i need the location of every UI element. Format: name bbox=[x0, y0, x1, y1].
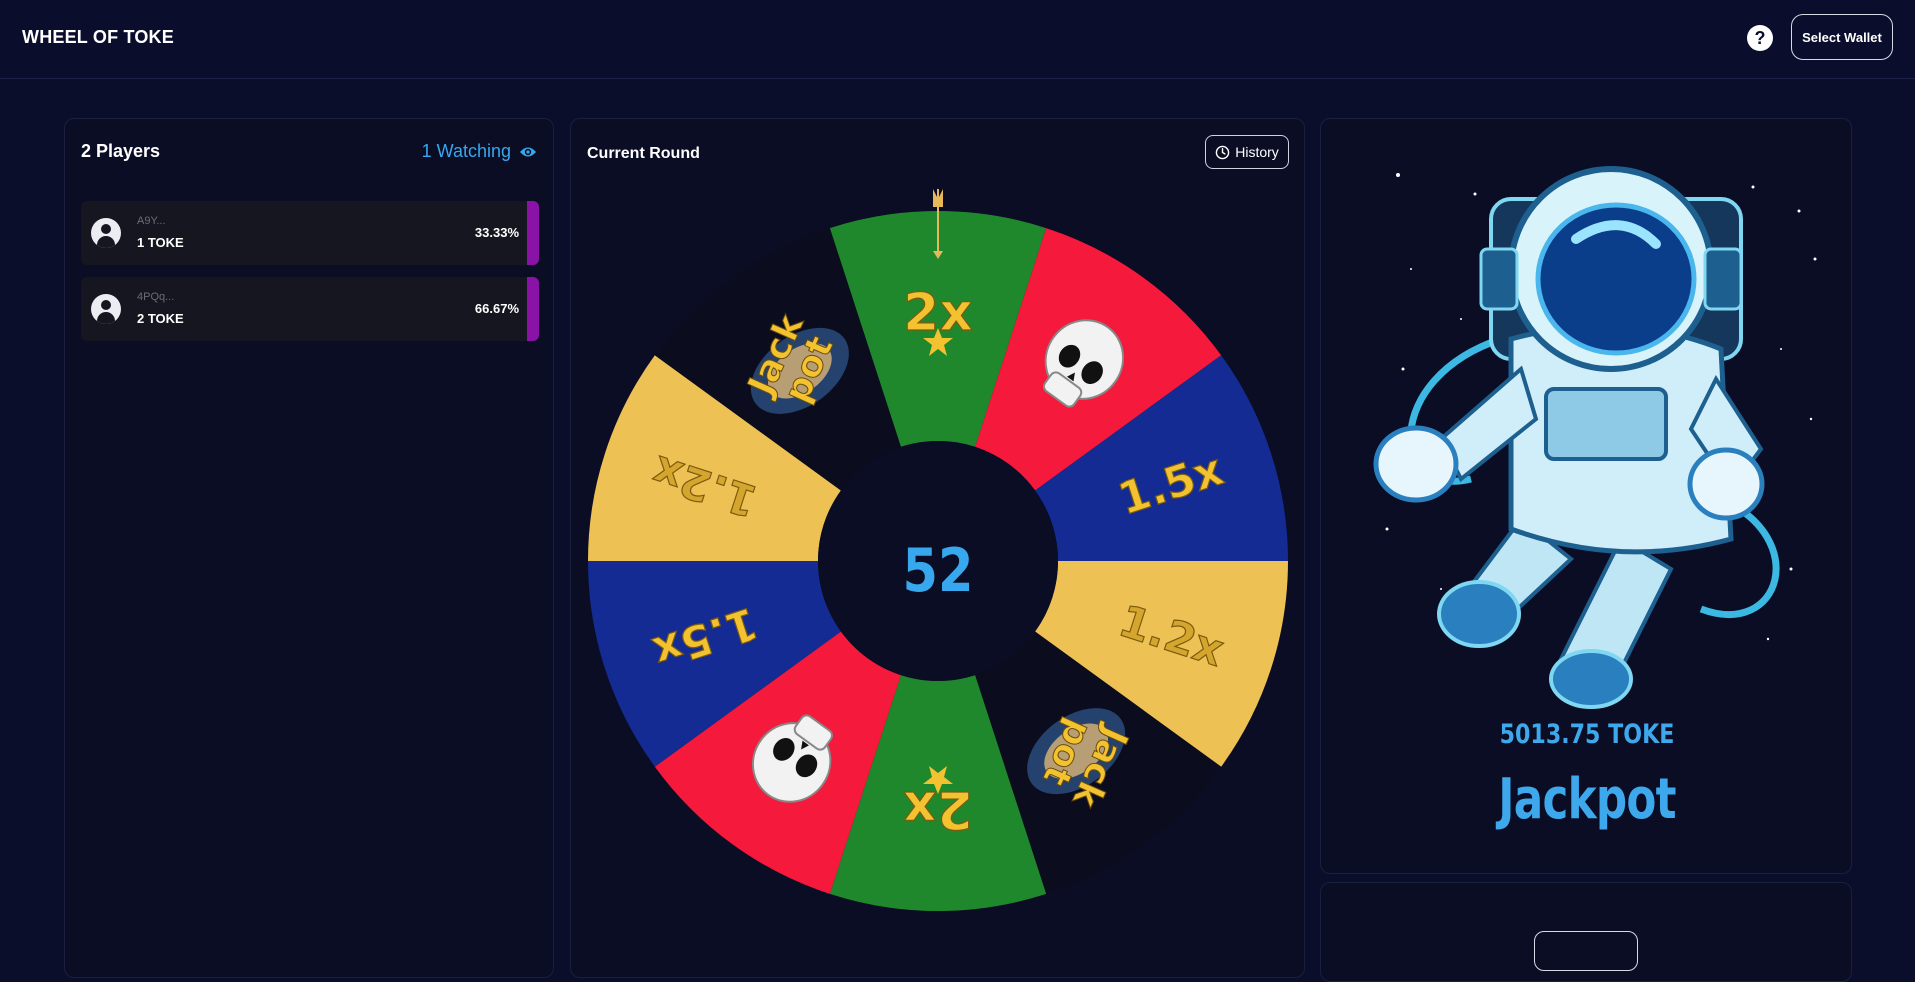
eye-icon bbox=[520, 147, 536, 156]
player-row[interactable]: 4PQq... 2 TOKE 66.67% bbox=[81, 277, 539, 341]
help-button[interactable]: ? bbox=[1747, 25, 1773, 51]
top-bar: WHEEL OF TOKE ? Select Wallet bbox=[0, 0, 1915, 79]
prize-wheel[interactable]: 2x1.5x1.2xJackpot2x1.5x1.2xJackpot 52 bbox=[571, 119, 1306, 979]
watching-indicator: 1 Watching bbox=[422, 141, 537, 162]
player-color-bar bbox=[527, 277, 539, 341]
players-panel: 2 Players 1 Watching A9Y... 1 TOKE 33.33… bbox=[64, 118, 554, 978]
players-count: 2 Players bbox=[81, 141, 161, 161]
player-address: 4PQq... bbox=[137, 291, 175, 303]
player-row[interactable]: A9Y... 1 TOKE 33.33% bbox=[81, 201, 539, 265]
player-percent: 33.33% bbox=[474, 225, 519, 240]
avatar-icon bbox=[91, 218, 121, 248]
player-percent: 66.67% bbox=[474, 301, 519, 316]
jackpot-amount: 5013.75 TOKE bbox=[1499, 719, 1675, 750]
watching-label: 1 Watching bbox=[421, 141, 511, 161]
player-address: A9Y... bbox=[137, 215, 166, 227]
current-round-panel: Current Round History 2x 1.5x 1.2x Jack pot 2… bbox=[570, 118, 1305, 978]
app-title: WHEEL OF TOKE bbox=[22, 27, 174, 47]
countdown-number: 52 bbox=[903, 536, 974, 606]
jackpot-label: Jackpot bbox=[1498, 767, 1676, 832]
player-amount: 1 TOKE bbox=[137, 235, 184, 250]
lower-panel-button[interactable] bbox=[1534, 931, 1638, 971]
player-color-bar bbox=[527, 201, 539, 265]
lower-panel bbox=[1320, 882, 1852, 982]
jackpot-panel: 5013.75 TOKE Jackpot bbox=[1320, 118, 1852, 874]
astronaut-illustration bbox=[1373, 166, 1817, 709]
player-amount: 2 TOKE bbox=[137, 311, 184, 326]
avatar-icon bbox=[91, 294, 121, 324]
select-wallet-button[interactable]: Select Wallet bbox=[1791, 14, 1893, 60]
